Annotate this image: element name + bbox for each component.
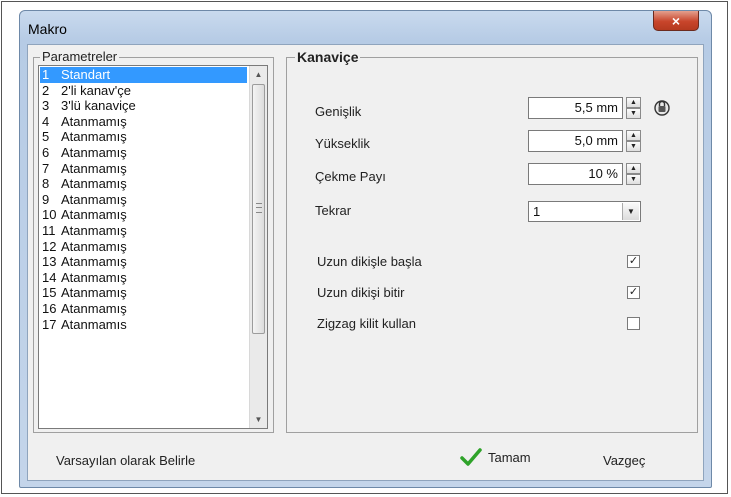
list-item[interactable]: 11 Atanmamış xyxy=(40,223,247,239)
close-icon: × xyxy=(671,12,681,29)
dialog-body: Parametreler 1 Standart 2 2'li kanav'çe 3 3'l… xyxy=(27,44,704,481)
list-item-label: Atanmamış xyxy=(61,144,127,160)
list-item[interactable]: 13 Atanmamış xyxy=(40,254,247,270)
list-item-label: Atanmamış xyxy=(61,222,127,238)
repeat-select[interactable]: 1 ▼ xyxy=(528,201,641,222)
list-item[interactable]: 2 2'li kanav'çe xyxy=(40,83,247,99)
list-item-number: 17 xyxy=(42,316,57,332)
list-item-label: 2'li kanav'çe xyxy=(61,82,132,98)
list-item-label: Atanmamış xyxy=(61,160,127,176)
list-item-number: 16 xyxy=(42,300,57,316)
spin-up-icon[interactable]: ▲ xyxy=(626,163,641,174)
spin-up-icon[interactable]: ▲ xyxy=(626,97,641,108)
chevron-down-icon[interactable]: ▼ xyxy=(622,203,639,220)
parameters-group: Parametreler 1 Standart 2 2'li kanav'çe 3 3'l… xyxy=(33,49,274,433)
checkmark-icon xyxy=(460,448,482,466)
list-item-number: 3 xyxy=(42,98,50,114)
list-item[interactable]: 9 Atanmamış xyxy=(40,192,247,208)
list-item-label: Atanmamış xyxy=(61,129,127,145)
close-button[interactable]: × xyxy=(653,11,699,31)
width-label: Genişlik xyxy=(315,104,362,119)
list-item[interactable]: 16 Atanmamış xyxy=(40,301,247,317)
list-item[interactable]: 5 Atanmamış xyxy=(40,129,247,145)
list-item-label: Atanmamış xyxy=(61,207,127,223)
list-item-number: 12 xyxy=(42,238,57,254)
list-item[interactable]: 3 3'lü kanaviçe xyxy=(40,98,247,114)
height-spinner[interactable]: ▲ ▼ xyxy=(626,130,641,152)
ok-label: Tamam xyxy=(488,449,531,465)
list-item[interactable]: 7 Atanmamış xyxy=(40,161,247,177)
start-long-label: Uzun dikişle başla xyxy=(317,254,422,269)
list-item-label: Atanmamış xyxy=(61,285,127,301)
width-spinner[interactable]: ▲ ▼ xyxy=(626,97,641,119)
list-item-number: 8 xyxy=(42,176,50,192)
list-item-number: 14 xyxy=(42,269,57,285)
parameters-list: 1 Standart 2 2'li kanav'çe 3 3'lü kanaviçe 4 At… xyxy=(40,67,247,332)
end-long-label: Uzun dikişi bitir xyxy=(317,285,405,300)
ok-button[interactable]: Tamam xyxy=(460,447,531,467)
list-item[interactable]: 4 Atanmamış xyxy=(40,114,247,130)
list-item-number: 7 xyxy=(42,160,50,176)
parameters-caption: Parametreler xyxy=(40,49,120,64)
list-item-label: Atanmamış xyxy=(61,300,127,316)
list-item[interactable]: 15 Atanmamış xyxy=(40,285,247,301)
list-item[interactable]: 10 Atanmamış xyxy=(40,207,247,223)
pull-label: Çekme Payı xyxy=(315,169,386,184)
list-item-label: Atanmamıs xyxy=(61,316,127,332)
list-item-label: Standart xyxy=(61,67,111,82)
height-label: Yükseklik xyxy=(315,136,370,151)
spin-down-icon[interactable]: ▼ xyxy=(626,141,641,152)
list-item-label: Atanmamış xyxy=(61,176,127,192)
cancel-button[interactable]: Vazgeç xyxy=(603,453,645,468)
list-item-number: 5 xyxy=(42,129,50,145)
list-item-label: Atanmamış xyxy=(61,238,127,254)
scroll-down-arrow-icon[interactable]: ▼ xyxy=(250,411,267,428)
list-item[interactable]: 14 Atanmamış xyxy=(40,270,247,286)
spin-down-icon[interactable]: ▼ xyxy=(626,108,641,119)
kanavice-caption: Kanaviçe xyxy=(295,49,361,65)
end-long-checkbox[interactable]: ✓ xyxy=(627,286,640,299)
list-item[interactable]: 1 Standart xyxy=(40,67,247,83)
list-item-number: 4 xyxy=(42,113,50,129)
set-default-button[interactable]: Varsayılan olarak Belirle xyxy=(56,453,195,468)
list-item-label: Atanmamış xyxy=(61,254,127,270)
list-item-label: Atanmamış xyxy=(61,113,127,129)
repeat-value: 1 xyxy=(533,204,541,219)
list-item-number: 2 xyxy=(42,82,50,98)
pull-input[interactable]: 10 % xyxy=(528,163,623,185)
list-scrollbar[interactable]: ▲ ▼ xyxy=(249,66,267,428)
list-item-label: Atanmamış xyxy=(61,191,127,207)
list-item-number: 15 xyxy=(42,285,57,301)
zigzag-checkbox[interactable] xyxy=(627,317,640,330)
start-long-checkbox[interactable]: ✓ xyxy=(627,255,640,268)
list-item-label: 3'lü kanaviçe xyxy=(61,98,136,114)
title-bar: Makro × xyxy=(20,11,711,43)
window-title: Makro xyxy=(28,21,67,37)
repeat-label: Tekrar xyxy=(315,203,352,218)
list-item-number: 1 xyxy=(42,67,50,82)
kanavice-group: Kanaviçe Genişlik 5,5 mm ▲ ▼ Yükseklik 5… xyxy=(286,49,698,433)
width-input[interactable]: 5,5 mm xyxy=(528,97,623,119)
list-item-number: 9 xyxy=(42,191,50,207)
spin-up-icon[interactable]: ▲ xyxy=(626,130,641,141)
lock-icon[interactable] xyxy=(652,97,672,117)
list-item[interactable]: 12 Atanmamış xyxy=(40,239,247,255)
zigzag-label: Zigzag kilit kullan xyxy=(317,316,416,331)
list-item-label: Atanmamış xyxy=(61,269,127,285)
parameters-listbox[interactable]: 1 Standart 2 2'li kanav'çe 3 3'lü kanaviçe 4 At… xyxy=(38,65,268,429)
scroll-thumb[interactable] xyxy=(252,84,265,334)
grip-icon xyxy=(256,203,262,213)
list-item-number: 10 xyxy=(42,207,57,223)
makro-dialog: Makro × Parametreler 1 Standart 2 2'li kana… xyxy=(19,10,712,488)
pull-spinner[interactable]: ▲ ▼ xyxy=(626,163,641,185)
list-item[interactable]: 6 Atanmamış xyxy=(40,145,247,161)
list-item-number: 13 xyxy=(42,254,57,270)
list-item[interactable]: 17 Atanmamıs xyxy=(40,317,247,333)
list-item[interactable]: 8 Atanmamış xyxy=(40,176,247,192)
scroll-up-arrow-icon[interactable]: ▲ xyxy=(250,66,267,83)
height-input[interactable]: 5,0 mm xyxy=(528,130,623,152)
list-item-number: 11 xyxy=(42,222,56,238)
list-item-number: 6 xyxy=(42,144,50,160)
spin-down-icon[interactable]: ▼ xyxy=(626,174,641,185)
